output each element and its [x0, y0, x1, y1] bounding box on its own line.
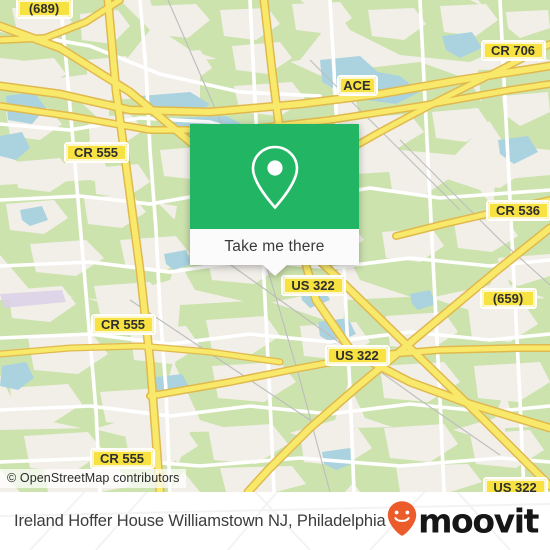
route-shield-label: ACE — [343, 78, 371, 93]
location-marker-card[interactable]: Take me there — [190, 124, 359, 276]
moovit-logo[interactable]: moovit — [387, 501, 539, 542]
footer-bar: Ireland Hoffer House Williamstown NJ, Ph… — [0, 492, 550, 550]
place-title: Ireland Hoffer House Williamstown NJ, Ph… — [14, 511, 386, 530]
route-shield-label: CR 555 — [101, 317, 145, 332]
route-shield-label: CR 536 — [496, 203, 540, 218]
route-shield-label: (659) — [493, 291, 523, 306]
route-shield: CR 555 — [90, 448, 155, 469]
moovit-pin-icon — [387, 501, 417, 542]
marker-card-pointer — [262, 265, 287, 276]
route-shield: US 322 — [483, 477, 548, 492]
marker-card-image — [190, 124, 359, 229]
marker-card-action[interactable]: Take me there — [190, 229, 359, 276]
route-shield-label: US 322 — [291, 278, 334, 293]
route-shield: US 322 — [281, 275, 346, 296]
route-shield: US 322 — [325, 345, 390, 366]
map-screenshot-root: (689) CR 706 ACE CR 555 CR 536 US 322 (659) CR … — [0, 0, 550, 550]
route-shield-label: CR 555 — [74, 145, 118, 160]
route-shield: CR 555 — [91, 314, 156, 335]
route-shield: ACE — [337, 75, 378, 96]
take-me-there-label: Take me there — [224, 238, 325, 255]
route-shield-label: (689) — [29, 1, 59, 16]
osm-attribution: © OpenStreetMap contributors — [0, 469, 186, 488]
route-shield: (689) — [16, 0, 73, 19]
map-canvas[interactable]: (689) CR 706 ACE CR 555 CR 536 US 322 (659) CR … — [0, 0, 550, 492]
location-pin-icon — [247, 143, 303, 211]
route-shield: CR 536 — [486, 200, 550, 221]
moovit-wordmark: moovit — [418, 501, 539, 541]
route-shield-label: US 322 — [493, 480, 536, 492]
route-shield: CR 555 — [64, 142, 129, 163]
route-shield-label: CR 706 — [491, 43, 535, 58]
route-shield-label: CR 555 — [100, 451, 144, 466]
route-shield: (659) — [480, 288, 537, 309]
route-shield-label: US 322 — [335, 348, 378, 363]
route-shield: CR 706 — [481, 40, 546, 61]
